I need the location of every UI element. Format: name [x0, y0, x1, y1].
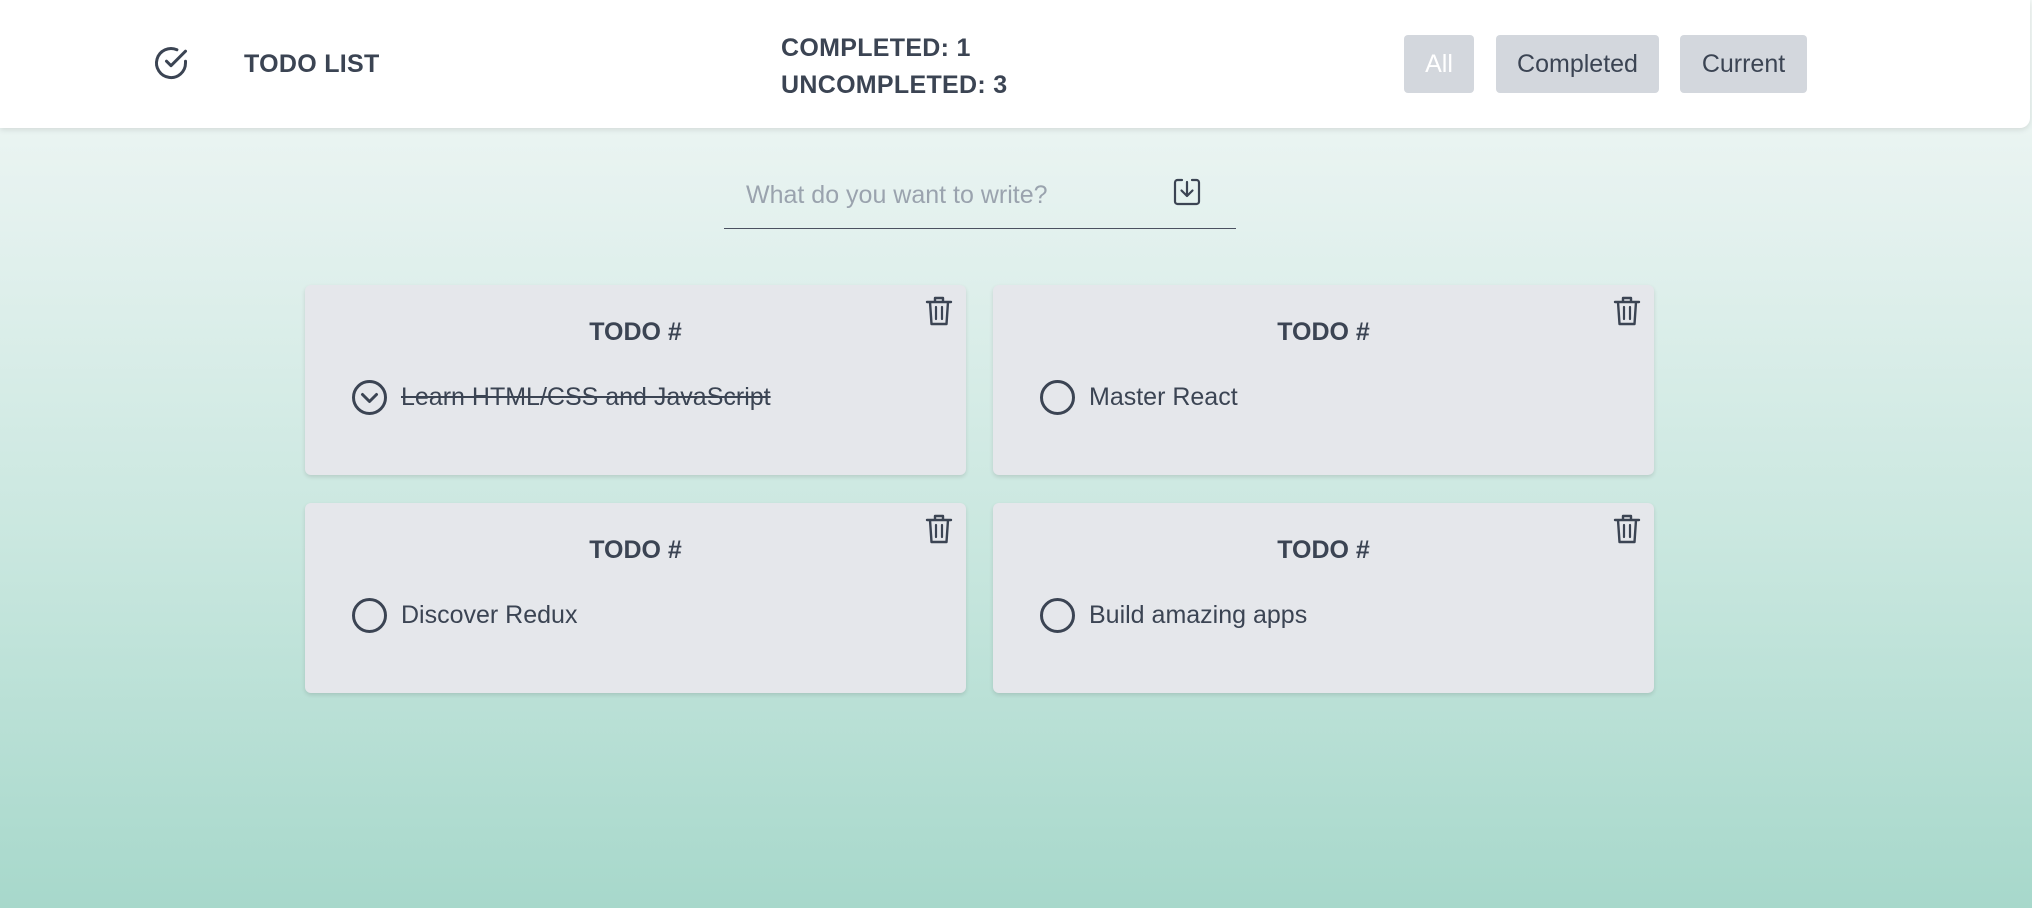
completed-count: 1 [956, 34, 971, 62]
unchecked-circle-icon[interactable] [351, 597, 388, 634]
filter-all-button[interactable]: All [1404, 35, 1474, 93]
save-download-icon[interactable] [1171, 176, 1203, 208]
completed-stat: COMPLETED: 1 [781, 30, 1007, 67]
todo-text: Build amazing apps [1089, 601, 1308, 629]
uncompleted-label: UNCOMPLETED: [781, 71, 986, 99]
todo-card-title: TODO # [1277, 536, 1370, 564]
todo-card: TODO # Discover Redux [305, 503, 966, 693]
filter-current-button[interactable]: Current [1680, 35, 1807, 93]
trash-icon[interactable] [1612, 512, 1642, 546]
todo-card: TODO # Master React [993, 285, 1654, 475]
todo-stats: COMPLETED: 1 UNCOMPLETED: 3 [781, 30, 1007, 104]
unchecked-circle-icon[interactable] [1039, 379, 1076, 416]
uncompleted-stat: UNCOMPLETED: 3 [781, 67, 1007, 104]
todo-text: Discover Redux [401, 601, 578, 629]
todo-card: TODO # Build amazing apps [993, 503, 1654, 693]
trash-icon[interactable] [924, 512, 954, 546]
checked-circle-icon[interactable] [351, 379, 388, 416]
app-header: TODO LIST COMPLETED: 1 UNCOMPLETED: 3 Al… [0, 0, 2030, 128]
app-title: TODO LIST [244, 50, 380, 78]
todo-text: Master React [1089, 383, 1238, 411]
trash-icon[interactable] [924, 294, 954, 328]
filter-completed-button[interactable]: Completed [1496, 35, 1659, 93]
trash-icon[interactable] [1612, 294, 1642, 328]
new-todo-input[interactable] [744, 174, 1168, 216]
todo-card-title: TODO # [1277, 318, 1370, 346]
unchecked-circle-icon[interactable] [1039, 597, 1076, 634]
new-todo-form [724, 160, 1236, 229]
completed-label: COMPLETED: [781, 34, 950, 62]
todo-card: TODO # Learn HTML/CSS and JavaScript [305, 285, 966, 475]
uncompleted-count: 3 [993, 71, 1008, 99]
todo-card-title: TODO # [589, 318, 682, 346]
check-circle-icon [155, 47, 188, 80]
todo-text: Learn HTML/CSS and JavaScript [401, 383, 771, 411]
todo-card-title: TODO # [589, 536, 682, 564]
